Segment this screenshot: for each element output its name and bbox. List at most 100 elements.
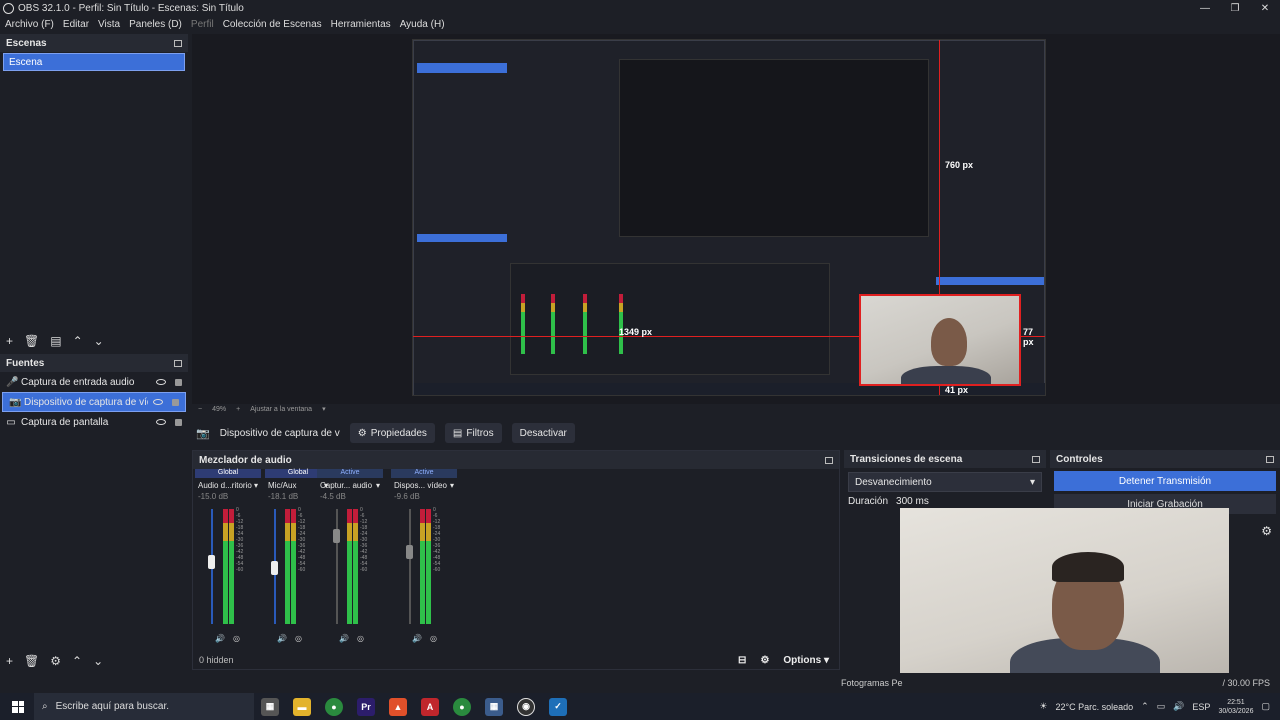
- remove-source-icon[interactable]: 🗑: [24, 654, 39, 668]
- undock-icon[interactable]: [174, 359, 182, 367]
- maximize-button[interactable]: ❐: [1220, 0, 1250, 16]
- volume-fader-track[interactable]: [336, 509, 338, 624]
- move-down-icon[interactable]: ⌄: [93, 654, 103, 668]
- visibility-eye-icon[interactable]: [156, 379, 166, 385]
- level-meter: [420, 509, 425, 624]
- chevron-down-icon[interactable]: ▾: [322, 405, 326, 413]
- source-settings-icon[interactable]: ⚙: [50, 654, 61, 668]
- network-icon[interactable]: ▭: [1157, 701, 1166, 712]
- lock-icon[interactable]: [175, 418, 182, 426]
- volume-fader-knob[interactable]: [333, 529, 340, 543]
- headphone-icon[interactable]: ◎: [233, 634, 240, 643]
- layout-toggle-icon[interactable]: ⊟: [738, 655, 746, 666]
- selected-webcam-source[interactable]: [859, 294, 1021, 386]
- file-explorer-icon[interactable]: ▬: [293, 697, 311, 716]
- windows-start-icon[interactable]: [12, 700, 24, 713]
- menu-editar[interactable]: Editar: [63, 19, 89, 30]
- zoom-in-icon[interactable]: +: [236, 406, 240, 413]
- menu-perfil[interactable]: Perfil: [191, 19, 214, 30]
- remove-scene-icon[interactable]: 🗑: [24, 334, 39, 348]
- move-down-icon[interactable]: ⌄: [94, 334, 104, 348]
- speaker-icon[interactable]: 🔊: [412, 634, 422, 643]
- menu-ayuda[interactable]: Ayuda (H): [400, 19, 445, 30]
- strip-name[interactable]: Audio d...ritorio ▾: [195, 478, 261, 492]
- speaker-icon[interactable]: 🔊: [339, 634, 349, 643]
- minimize-button[interactable]: —: [1190, 0, 1220, 16]
- properties-button[interactable]: ⚙ Propiedades: [349, 423, 435, 443]
- strip-db: -9.6 dB: [394, 492, 420, 501]
- volume-fader-track[interactable]: [409, 509, 411, 624]
- undock-icon[interactable]: [1032, 455, 1040, 463]
- db-scale: 0 -6 -12 -18 -24 -30 -36 -42 -48 -54 -60: [298, 507, 306, 573]
- calculator-icon[interactable]: ▦: [485, 697, 503, 716]
- undock-icon[interactable]: [1266, 455, 1274, 463]
- volume-fader-knob[interactable]: [271, 561, 278, 575]
- scene-item[interactable]: Escena: [3, 53, 185, 71]
- chevron-down-icon[interactable]: ▾: [450, 481, 454, 490]
- acrobat-icon[interactable]: A: [421, 697, 439, 716]
- source-item-audio-input[interactable]: 🎤 Captura de entrada audio: [0, 372, 188, 392]
- undock-icon[interactable]: [174, 39, 182, 47]
- clock[interactable]: 22:51 30/03/2026: [1218, 698, 1253, 716]
- menu-archivo[interactable]: Archivo (F): [5, 19, 54, 30]
- headphone-icon[interactable]: ◎: [430, 634, 437, 643]
- menu-coleccion-escenas[interactable]: Colección de Escenas: [223, 19, 322, 30]
- nested-meter: [521, 294, 525, 354]
- lock-icon[interactable]: [172, 398, 179, 406]
- obs-icon[interactable]: ◉: [517, 697, 535, 716]
- close-button[interactable]: ✕: [1250, 0, 1280, 16]
- app-icon[interactable]: ✓: [549, 697, 567, 716]
- chevron-down-icon[interactable]: ▾: [376, 481, 380, 490]
- move-up-icon[interactable]: ⌃: [73, 334, 83, 348]
- notification-icon[interactable]: ▢: [1261, 701, 1270, 712]
- preview-area[interactable]: 760 px 1349 px 77 px 41 px: [192, 34, 1280, 404]
- zoom-out-icon[interactable]: −: [198, 406, 202, 413]
- add-source-icon[interactable]: +: [6, 654, 13, 668]
- lock-icon[interactable]: [175, 378, 182, 386]
- chevron-down-icon[interactable]: ▾: [254, 481, 258, 490]
- headphone-icon[interactable]: ◎: [357, 634, 364, 643]
- deactivate-button[interactable]: Desactivar: [511, 423, 575, 443]
- nested-stop-button: [936, 277, 1044, 285]
- add-scene-icon[interactable]: +: [6, 334, 13, 348]
- speaker-icon[interactable]: 🔊: [277, 634, 287, 643]
- sources-toolbar: + 🗑 ⚙ ⌃ ⌄: [0, 652, 188, 670]
- source-item-video-capture[interactable]: 📷 Dispositivo de captura de vídeo: [2, 392, 186, 412]
- weather-text[interactable]: 22°C Parc. soleado: [1055, 702, 1133, 712]
- task-view-icon[interactable]: ▦: [261, 697, 279, 716]
- filter-scene-icon[interactable]: ▤: [50, 334, 61, 348]
- volume-fader-knob[interactable]: [208, 555, 215, 569]
- duration-input[interactable]: 300 ms: [896, 496, 929, 507]
- filters-button[interactable]: ▤ Filtros: [444, 423, 502, 443]
- strip-name[interactable]: Captur... audio ▾: [317, 478, 383, 492]
- menu-vista[interactable]: Vista: [98, 19, 120, 30]
- strip-name-text: Dispos... vídeo: [394, 480, 447, 490]
- chevron-up-icon[interactable]: ⌃: [1141, 701, 1149, 712]
- source-item-screen-capture[interactable]: ▭ Captura de pantalla: [0, 412, 188, 432]
- duration-row: Duración 300 ms: [844, 496, 1046, 507]
- brave-icon[interactable]: ▲: [389, 697, 407, 716]
- gear-icon[interactable]: ⚙: [1261, 524, 1272, 538]
- preview-canvas[interactable]: 760 px 1349 px 77 px 41 px: [412, 39, 1046, 396]
- visibility-eye-icon[interactable]: [156, 419, 166, 425]
- speaker-icon[interactable]: 🔊: [215, 634, 225, 643]
- volume-icon[interactable]: 🔊: [1173, 701, 1184, 712]
- premiere-icon[interactable]: Pr: [357, 697, 375, 716]
- fit-window-label[interactable]: Ajustar a la ventana: [250, 406, 312, 413]
- visibility-eye-icon[interactable]: [153, 399, 163, 405]
- stop-stream-button[interactable]: Detener Transmisión: [1054, 471, 1276, 491]
- menu-herramientas[interactable]: Herramientas: [331, 19, 391, 30]
- move-up-icon[interactable]: ⌃: [72, 654, 82, 668]
- gear-icon[interactable]: ⚙: [760, 655, 769, 666]
- language-indicator[interactable]: ESP: [1192, 702, 1210, 712]
- volume-fader-knob[interactable]: [406, 545, 413, 559]
- chrome-icon[interactable]: ●: [453, 697, 471, 716]
- headphone-icon[interactable]: ◎: [295, 634, 302, 643]
- menu-paneles[interactable]: Paneles (D): [129, 19, 182, 30]
- undock-icon[interactable]: [825, 456, 833, 464]
- options-button[interactable]: Options ▾: [783, 655, 829, 666]
- chrome-icon[interactable]: ●: [325, 697, 343, 716]
- strip-name[interactable]: Dispos... vídeo ▾: [391, 478, 457, 492]
- taskbar-search[interactable]: ⌕ Escribe aquí para buscar.: [34, 693, 254, 720]
- transition-select[interactable]: Desvanecimiento ▾: [848, 472, 1042, 492]
